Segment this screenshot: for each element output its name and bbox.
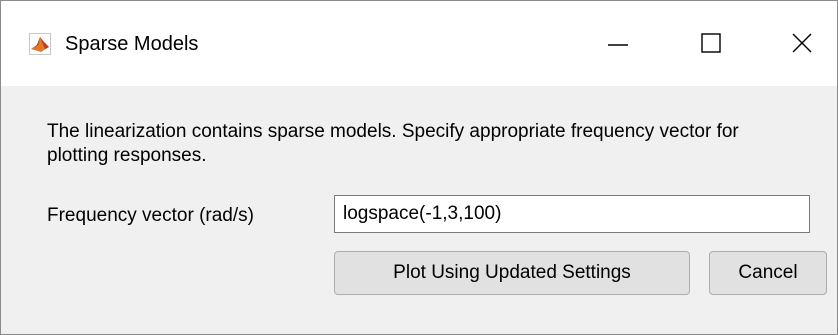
minimize-icon [608, 44, 628, 46]
frequency-vector-input[interactable] [334, 195, 810, 233]
cancel-button[interactable]: Cancel [709, 251, 827, 295]
dialog-content: The linearization contains sparse models… [1, 86, 837, 334]
maximize-icon [701, 33, 721, 53]
matlab-logo-icon [29, 33, 51, 55]
plot-using-updated-settings-button[interactable]: Plot Using Updated Settings [334, 251, 690, 295]
frequency-vector-label: Frequency vector (rad/s) [47, 205, 254, 226]
sparse-models-dialog: Sparse Models The linearization contains… [0, 0, 838, 335]
maximize-button[interactable] [665, 1, 755, 86]
close-button[interactable] [747, 1, 837, 86]
minimize-button[interactable] [573, 1, 663, 86]
info-message: The linearization contains sparse models… [47, 121, 739, 166]
close-icon [792, 33, 812, 53]
title-bar[interactable]: Sparse Models [1, 1, 837, 86]
window-title: Sparse Models [65, 33, 199, 55]
